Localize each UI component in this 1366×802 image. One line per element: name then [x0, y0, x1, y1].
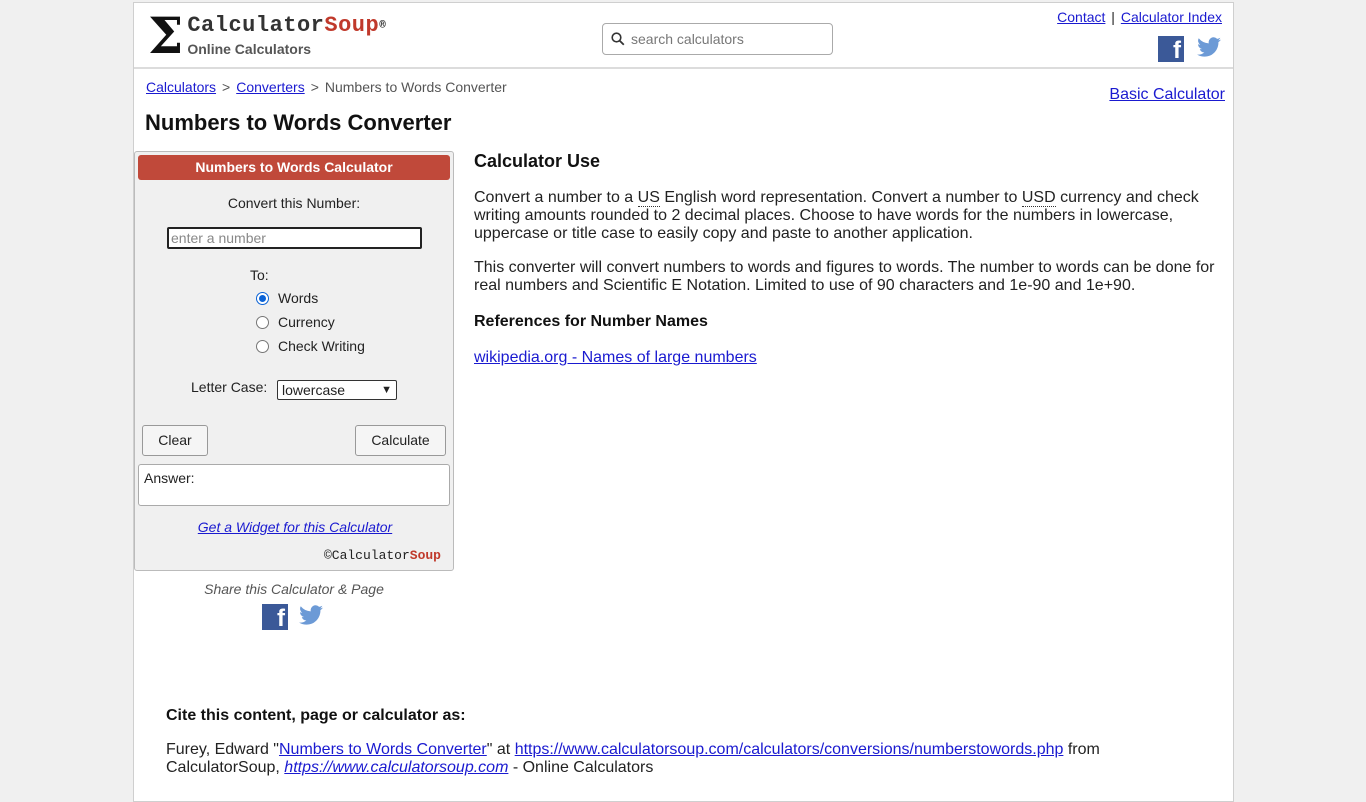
usd-abbr: USD	[1021, 189, 1056, 207]
to-label: To:	[250, 267, 269, 283]
letter-case-select[interactable]: lowercase ▼	[277, 380, 397, 400]
cite-url-link[interactable]: https://www.calculatorsoup.com/calculato…	[515, 741, 1064, 758]
main-content: Calculator Use Convert a number to a US …	[474, 151, 1224, 367]
calculate-button[interactable]: Calculate	[355, 425, 446, 456]
share-text: Share this Calculator & Page	[204, 581, 384, 597]
us-abbr: US	[637, 189, 660, 207]
option-currency[interactable]: Currency	[256, 314, 335, 330]
facebook-icon[interactable]: f	[1158, 36, 1184, 63]
breadcrumb-calculators[interactable]: Calculators	[146, 79, 216, 95]
basic-calculator-link[interactable]: Basic Calculator	[1109, 86, 1225, 104]
calculator-use-paragraph: Convert a number to a US English word re…	[474, 189, 1199, 242]
social-links-top: f	[1158, 36, 1222, 63]
link-separator: |	[1111, 9, 1115, 25]
option-check-writing[interactable]: Check Writing	[256, 338, 365, 354]
chevron-down-icon: ▼	[381, 384, 392, 396]
widget-link[interactable]: Get a Widget for this Calculator	[135, 519, 455, 535]
copyright: ©CalculatorSoup	[323, 548, 441, 563]
contact-link[interactable]: Contact	[1057, 9, 1105, 25]
breadcrumb-converters[interactable]: Converters	[236, 79, 304, 95]
currency-radio[interactable]	[256, 315, 269, 329]
clear-button[interactable]: Clear	[142, 425, 208, 456]
words-radio[interactable]	[256, 291, 269, 305]
breadcrumb: Calculators > Converters > Numbers to Words …	[146, 79, 507, 95]
answer-label: Answer:	[144, 470, 195, 486]
answer-box: Answer:	[138, 464, 450, 506]
top-links: Contact | Calculator Index	[1057, 9, 1222, 25]
check-writing-radio[interactable]	[256, 339, 269, 353]
letter-case-label: Letter Case:	[191, 379, 268, 395]
twitter-share-icon[interactable]	[298, 604, 324, 628]
breadcrumb-current: Numbers to Words Converter	[324, 79, 507, 95]
references-heading: References for Number Names	[474, 313, 708, 330]
facebook-share-icon[interactable]: f	[262, 604, 288, 631]
search-icon	[611, 32, 625, 46]
page-title: Numbers to Words Converter	[145, 110, 452, 135]
option-words[interactable]: Words	[256, 290, 318, 306]
convert-label: Convert this Number:	[227, 195, 361, 211]
calculator-panel: Numbers to Words Calculator Convert this…	[134, 151, 454, 571]
calculator-header: Numbers to Words Calculator	[138, 155, 450, 180]
number-input[interactable]	[167, 227, 422, 249]
site-header: Σ CalculatorSoup® Online Calculators Con…	[134, 3, 1233, 69]
twitter-icon[interactable]	[1196, 36, 1222, 60]
brand-name: CalculatorSoup®	[187, 13, 387, 38]
search-input[interactable]	[631, 31, 821, 47]
search-box[interactable]	[602, 23, 833, 55]
tagline: Online Calculators	[187, 41, 312, 57]
wikipedia-reference-link[interactable]: wikipedia.org - Names of large numbers	[474, 349, 1224, 367]
cite-title: Cite this content, page or calculator as…	[166, 707, 466, 724]
cite-text: Furey, Edward "Numbers to Words Converte…	[166, 741, 1100, 776]
converter-description: This converter will convert numbers to w…	[474, 259, 1215, 294]
calculator-index-link[interactable]: Calculator Index	[1121, 9, 1222, 25]
site-logo[interactable]: Σ CalculatorSoup® Online Calculators	[148, 6, 387, 65]
share-icons: f	[262, 604, 324, 631]
calculator-use-heading: Calculator Use	[474, 151, 601, 171]
cite-page-link[interactable]: Numbers to Words Converter	[279, 741, 487, 758]
page-container: Σ CalculatorSoup® Online Calculators Con…	[133, 2, 1234, 802]
sigma-logo-icon: Σ	[148, 6, 184, 65]
